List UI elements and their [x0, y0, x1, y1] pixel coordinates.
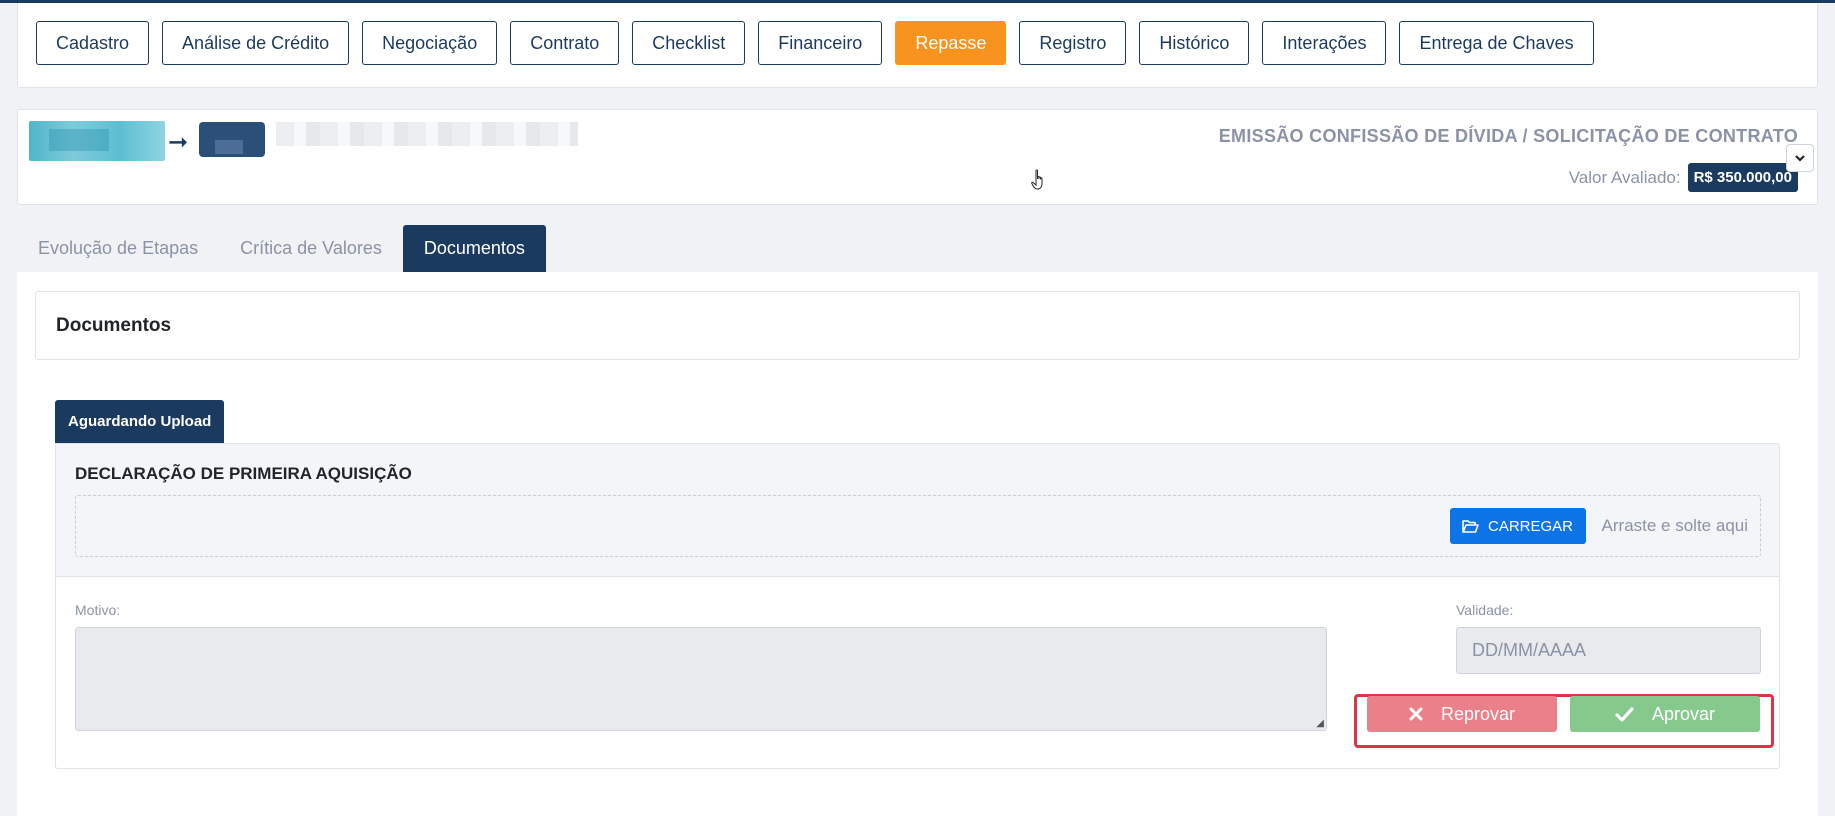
reject-button-label: Reprovar [1440, 703, 1516, 724]
stage-button-cadastro[interactable]: Cadastro [36, 21, 150, 65]
hand-cursor-icon [1031, 169, 1043, 190]
stage-button-analise-credito[interactable]: Análise de Crédito [162, 21, 350, 65]
checkmark-icon [1615, 706, 1634, 722]
valuation-label: Valor Avaliado: [1568, 167, 1681, 187]
collapse-button[interactable] [1786, 144, 1814, 172]
stage-button-historico[interactable]: Histórico [1139, 21, 1250, 65]
upload-button-label: CARREGAR [1487, 517, 1573, 535]
process-header: ➞ EMISSÃO CONFISSÃO DE DÍVIDA / SOLICITA… [17, 109, 1818, 205]
status-tab-aguardando-upload[interactable]: Aguardando Upload [55, 400, 225, 443]
reject-button[interactable]: Reprovar [1367, 696, 1557, 732]
stage-button-registro[interactable]: Registro [1019, 21, 1127, 65]
redacted-client-name [276, 122, 578, 146]
arrow-right-icon: ➞ [168, 129, 189, 156]
document-upload-area: DECLARAÇÃO DE PRIMEIRA AQUISIÇÃO CARREGA… [56, 444, 1779, 577]
drop-hint: Arraste e solte aqui [1601, 516, 1748, 535]
stage-button-entrega-chaves[interactable]: Entrega de Chaves [1399, 21, 1594, 65]
stage-button-financeiro[interactable]: Financeiro [758, 21, 883, 65]
document-name: DECLARAÇÃO DE PRIMEIRA AQUISIÇÃO [75, 464, 412, 483]
stage-button-negociacao[interactable]: Negociação [362, 21, 498, 65]
redacted-partner-block [199, 122, 265, 157]
tab-critica-valores[interactable]: Crítica de Valores [219, 225, 403, 272]
stage-button-row: Cadastro Análise de Crédito Negociação C… [36, 21, 1594, 65]
approve-button[interactable]: Aprovar [1570, 696, 1760, 732]
stage-title: EMISSÃO CONFISSÃO DE DÍVIDA / SOLICITAÇÃ… [1218, 126, 1798, 146]
documents-header: Documentos [35, 291, 1800, 360]
motivo-textarea[interactable]: ◢ [75, 627, 1327, 731]
stage-navigation: Cadastro Análise de Crédito Negociação C… [17, 3, 1818, 88]
valuation-badge: R$ 350.000,00 [1687, 163, 1798, 192]
validade-label: Validade: [1456, 602, 1514, 618]
section-tabs: Evolução de Etapas Crítica de Valores Do… [17, 225, 546, 272]
valuation-row: Valor Avaliado: R$ 350.000,00 [1569, 163, 1798, 192]
folder-open-icon [1462, 519, 1479, 533]
chevron-down-icon [1795, 155, 1805, 162]
tab-evolucao-etapas[interactable]: Evolução de Etapas [17, 225, 219, 272]
tab-documentos[interactable]: Documentos [402, 225, 546, 272]
motivo-label: Motivo: [75, 602, 121, 618]
x-icon [1409, 707, 1423, 721]
upload-button[interactable]: CARREGAR [1449, 508, 1586, 544]
stage-button-interacoes[interactable]: Interações [1262, 21, 1387, 65]
validade-placeholder: DD/MM/AAAA [1472, 640, 1587, 660]
documents-title: Documentos [56, 314, 172, 336]
file-dropzone[interactable]: CARREGAR Arraste e solte aqui [75, 495, 1761, 557]
resize-handle-icon[interactable]: ◢ [1316, 718, 1324, 729]
stage-button-contrato[interactable]: Contrato [510, 21, 620, 65]
validade-input[interactable]: DD/MM/AAAA [1456, 627, 1761, 674]
stage-button-repasse[interactable]: Repasse [895, 21, 1007, 65]
redacted-logo-block [29, 121, 165, 161]
approve-button-label: Aprovar [1651, 703, 1716, 724]
stage-button-checklist[interactable]: Checklist [632, 21, 746, 65]
